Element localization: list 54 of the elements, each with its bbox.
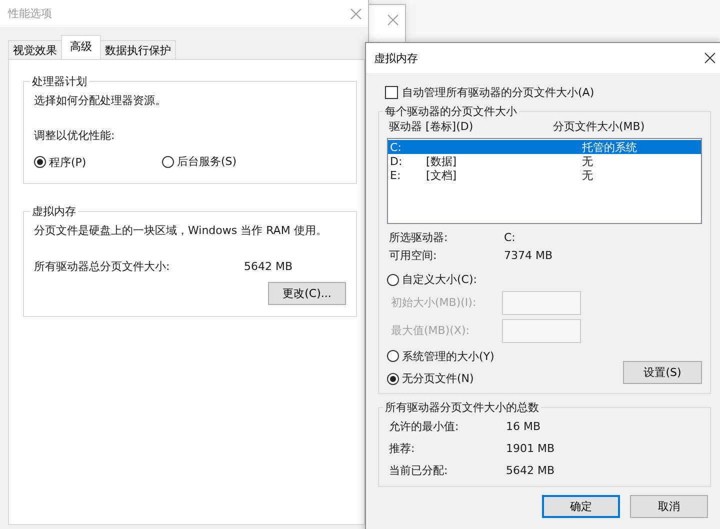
- volume-label: [数据]: [426, 154, 458, 169]
- tab[interactable]: 视觉效果: [8, 40, 62, 59]
- paging-size: 无: [581, 154, 594, 169]
- group-title: 虚拟内存: [31, 204, 77, 218]
- total-value: 16 MB: [506, 420, 542, 433]
- paging-size: 托管的系统: [581, 140, 638, 155]
- drive-letter: D:: [390, 155, 404, 168]
- group-title: 所有驱动器分页文件大小的总数: [384, 400, 540, 415]
- list-row[interactable]: C: 托管的系统: [388, 140, 701, 154]
- column-header: 驱动器 [卷标](D): [389, 119, 474, 134]
- info-label: 所选驱动器:: [389, 230, 449, 245]
- info-value: 7374 MB: [504, 249, 554, 262]
- total-value: 1901 MB: [506, 442, 556, 455]
- total-value: 5642 MB: [506, 464, 556, 477]
- dialog-button[interactable]: 确定: [542, 495, 620, 518]
- group-title: 处理器计划: [31, 74, 88, 89]
- group-title: 每个驱动器的分页文件大小: [384, 104, 518, 119]
- column-header: 分页文件大小(MB): [553, 119, 646, 134]
- list-row[interactable]: D: [数据] 无: [388, 154, 701, 168]
- drive-letter: E:: [390, 169, 402, 182]
- input-field[interactable]: [502, 318, 581, 342]
- tab[interactable]: 高级: [61, 35, 101, 59]
- checkbox[interactable]: [385, 86, 398, 99]
- input-field[interactable]: [502, 290, 581, 314]
- close-icon[interactable]: [704, 52, 716, 64]
- list-row[interactable]: E: [文档] 无: [388, 168, 701, 182]
- paging-size: 无: [581, 168, 594, 183]
- field-label: 初始大小(MB)(I):: [391, 295, 478, 310]
- info-label: 可用空间:: [389, 248, 438, 263]
- volume-label: [文档]: [426, 168, 458, 183]
- total-label: 所有驱动器总分页文件大小:: [34, 258, 171, 274]
- radio-button[interactable]: 程序(P): [34, 154, 86, 170]
- description-text: 分页文件是硬盘上的一块区域，Windows 当作 RAM 使用。: [34, 222, 328, 238]
- radio-button[interactable]: 无分页文件(N): [387, 371, 474, 386]
- dialog-button[interactable]: 取消: [630, 495, 708, 518]
- tab[interactable]: 数据执行保护: [100, 40, 176, 59]
- radio-button[interactable]: 系统管理的大小(Y): [387, 348, 494, 364]
- total-label: 允许的最小值:: [389, 419, 460, 434]
- field-label: 最大值(MB)(X):: [391, 323, 470, 338]
- drive-list[interactable]: C: 托管的系统 D: [数据] 无 E: [文档] 无: [387, 138, 702, 224]
- change-button[interactable]: 更改(C)...: [268, 282, 346, 304]
- radio-button[interactable]: 后台服务(S): [162, 154, 237, 169]
- checkbox-label: 自动管理所有驱动器的分页文件大小(A): [402, 85, 594, 100]
- dialog-title: 虚拟内存: [374, 50, 418, 66]
- window-title: 性能选项: [8, 6, 52, 21]
- description-text: 选择如何分配处理器资源。: [34, 93, 167, 108]
- drive-letter: C:: [390, 141, 402, 154]
- radio-button[interactable]: 自定义大小(C):: [387, 272, 477, 287]
- adjust-label: 调整以优化性能:: [34, 128, 115, 143]
- info-value: C:: [504, 231, 516, 244]
- total-value: 5642 MB: [244, 260, 293, 272]
- set-button[interactable]: 设置(S): [623, 361, 702, 384]
- total-label: 当前已分配:: [389, 463, 449, 478]
- total-label: 推荐:: [389, 441, 416, 456]
